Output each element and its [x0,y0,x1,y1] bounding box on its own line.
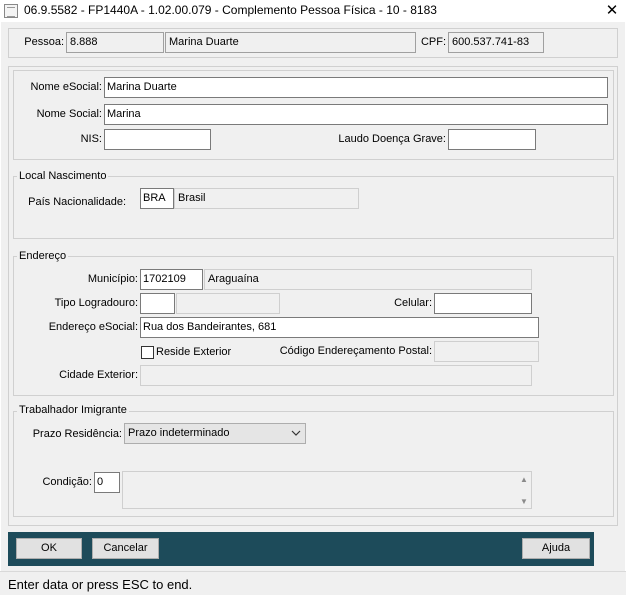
status-text: Enter data or press ESC to end. [8,577,193,592]
close-icon[interactable]: ✕ [602,1,622,21]
cep-field [434,341,539,362]
endereco-title: Endereço [17,250,69,262]
celular-label: Celular: [394,297,432,309]
prazo-residencia-label: Prazo Residência: [32,428,122,440]
nome-esocial-input[interactable]: Marina Duarte [104,77,608,98]
pais-label: País Nacionalidade: [28,196,126,208]
nome-social-label: Nome Social: [36,108,102,120]
memo-scrollbar[interactable]: ▲ ▼ [517,472,531,508]
nis-label: NIS: [80,133,102,145]
reside-exterior-label[interactable]: Reside Exterior [156,346,231,358]
pessoa-code-field: 8.888 [66,32,164,53]
laudo-input[interactable] [448,129,536,150]
nome-social-input[interactable]: Marina [104,104,608,125]
pais-code-input[interactable]: BRA [140,188,174,209]
nis-input[interactable] [104,129,211,150]
cidade-exterior-field [140,365,532,386]
local-nascimento-title: Local Nascimento [17,170,109,182]
municipio-code-input[interactable]: 1702109 [140,269,203,290]
cidade-exterior-label: Cidade Exterior: [59,369,138,381]
ok-button[interactable]: OK [16,538,82,559]
municipio-name-field: Araguaína [204,269,532,290]
endereco-esocial-label: Endereço eSocial: [48,321,138,333]
condicao-label: Condição: [42,476,92,488]
pessoa-label: Pessoa: [24,36,64,48]
laudo-label: Laudo Doença Grave: [338,133,446,145]
cep-label: Código Endereçamento Postal: [279,345,432,357]
app-icon [4,4,18,18]
window-title: 06.9.5582 - FP1440A - 1.02.00.079 - Comp… [24,3,437,17]
tipo-logradouro-code-input[interactable] [140,293,175,314]
tipo-logradouro-desc-field [176,293,280,314]
tipo-logradouro-label: Tipo Logradouro: [54,297,138,309]
title-bar: 06.9.5582 - FP1440A - 1.02.00.079 - Comp… [0,0,626,22]
municipio-label: Município: [87,273,138,285]
cancel-button[interactable]: Cancelar [92,538,159,559]
imigrante-title: Trabalhador Imigrante [17,404,129,416]
status-bar: Enter data or press ESC to end. [0,571,626,595]
prazo-residencia-value: Prazo indeterminado [128,427,230,439]
nome-esocial-label: Nome eSocial: [30,81,102,93]
cpf-label: CPF: [420,36,446,48]
endereco-esocial-input[interactable]: Rua dos Bandeirantes, 681 [140,317,539,338]
condicao-desc-memo: ▲ ▼ [122,471,532,509]
condicao-code-input[interactable]: 0 [94,472,120,493]
reside-exterior-checkbox[interactable] [141,346,154,359]
prazo-residencia-select[interactable]: Prazo indeterminado [124,423,306,444]
scroll-down-icon[interactable]: ▼ [520,497,528,506]
celular-input[interactable] [434,293,532,314]
pessoa-name-field: Marina Duarte [165,32,416,53]
help-button[interactable]: Ajuda [522,538,590,559]
chevron-down-icon [291,430,301,436]
pais-name-field: Brasil [174,188,359,209]
scroll-up-icon[interactable]: ▲ [520,475,528,484]
cpf-field: 600.537.741-83 [448,32,544,53]
